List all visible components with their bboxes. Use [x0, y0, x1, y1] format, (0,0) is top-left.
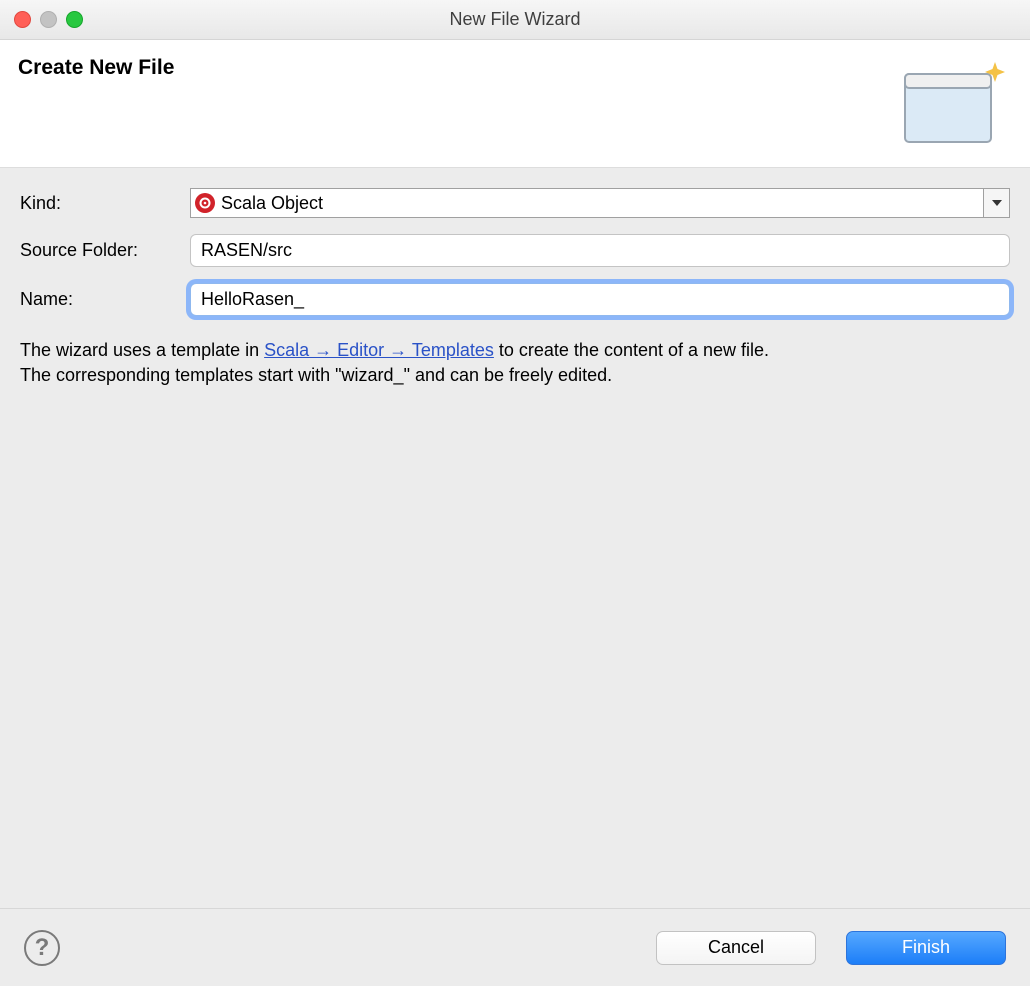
description-text-post1: to create the content of a new file. [494, 340, 769, 360]
chevron-down-icon [983, 189, 1009, 217]
footer: ? Cancel Finish [0, 908, 1030, 986]
titlebar: New File Wizard [0, 0, 1030, 40]
source-folder-label: Source Folder: [20, 240, 190, 261]
kind-row: Kind: Scala Object [20, 188, 1010, 218]
kind-label: Kind: [20, 193, 190, 214]
kind-value: Scala Object [221, 193, 323, 214]
minimize-window-button[interactable] [40, 11, 57, 28]
close-window-button[interactable] [14, 11, 31, 28]
description-text-pre: The wizard uses a template in [20, 340, 264, 360]
source-folder-row: Source Folder: [20, 234, 1010, 267]
wizard-illustration-icon [897, 56, 1012, 156]
templates-link[interactable]: Scala → Editor → Templates [264, 340, 494, 360]
window-title: New File Wizard [0, 9, 1030, 30]
zoom-window-button[interactable] [66, 11, 83, 28]
header-banner: Create New File [0, 40, 1030, 168]
form-area: Kind: Scala Object Source Folder: [0, 168, 1030, 908]
name-input[interactable] [190, 283, 1010, 316]
help-button[interactable]: ? [24, 930, 60, 966]
kind-dropdown[interactable]: Scala Object [190, 188, 1010, 218]
name-row: Name: [20, 283, 1010, 316]
description-line2: The corresponding templates start with "… [20, 363, 1010, 388]
name-label: Name: [20, 289, 190, 310]
cancel-button[interactable]: Cancel [656, 931, 816, 965]
help-icon: ? [35, 934, 50, 962]
source-folder-input[interactable] [190, 234, 1010, 267]
finish-button[interactable]: Finish [846, 931, 1006, 965]
scala-object-icon [195, 193, 215, 213]
traffic-lights [0, 11, 83, 28]
page-title: Create New File [18, 56, 174, 80]
wizard-description: The wizard uses a template in Scala → Ed… [20, 338, 1010, 388]
